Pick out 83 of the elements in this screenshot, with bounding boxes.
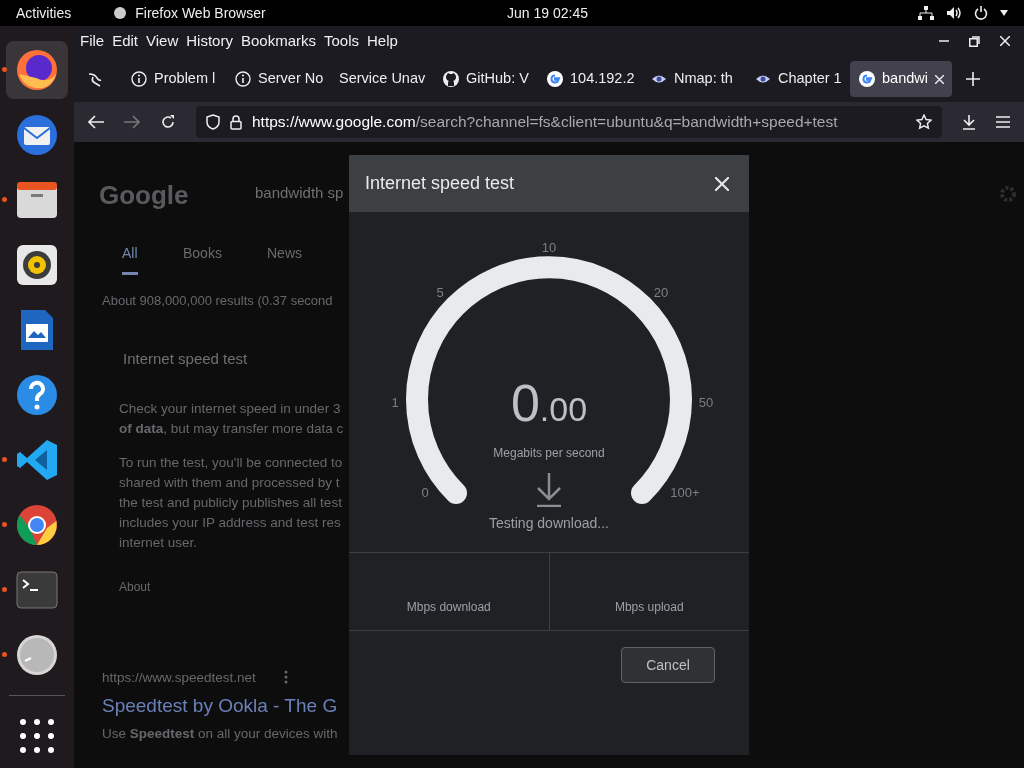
download-arrow-icon	[536, 473, 562, 507]
download-icon[interactable]	[962, 114, 976, 130]
lock-icon	[230, 114, 242, 130]
shield-icon	[206, 114, 220, 130]
browser-tab[interactable]: bandwi	[850, 61, 952, 97]
card-text: the test and publicly publishes all test	[119, 494, 342, 512]
download-label: Mbps download	[406, 599, 491, 616]
gauge-tick-label: 50	[698, 394, 714, 413]
about-link[interactable]: About	[119, 578, 151, 596]
power-icon[interactable]	[974, 6, 988, 20]
menu-item[interactable]: View	[146, 29, 179, 53]
tab-title: Chapter 1	[778, 69, 842, 89]
gauge-tick-label: 20	[653, 284, 669, 303]
gauge-tick-label: 100+	[670, 484, 700, 503]
activities-button[interactable]: Activities	[16, 2, 72, 24]
cancel-button[interactable]: Cancel	[621, 647, 715, 683]
url-text: https://www.google.com/search?channel=fs&client=ubuntu&q=bandwidth+speed+test	[252, 112, 838, 133]
tab-title: Server No	[258, 69, 324, 89]
tab-title: Nmap: th	[674, 69, 733, 89]
speed-reading: 0.00	[510, 373, 588, 434]
browser-tab[interactable]: Service Unav	[330, 61, 430, 97]
reload-icon[interactable]	[160, 114, 176, 130]
gauge-tick-label: 10	[541, 239, 557, 258]
result-snippet: Use Speedtest on all your devices with	[102, 725, 338, 743]
restore-icon[interactable]	[969, 35, 980, 47]
card-text: of data, but may transfer more data c	[119, 420, 344, 438]
card-text: To run the test, you'll be connected to	[119, 454, 343, 472]
menu-item[interactable]: Edit	[112, 29, 139, 53]
gauge-tick-label: 0	[421, 484, 429, 503]
network-icon[interactable]	[918, 6, 934, 20]
card-text: Check your internet speed in under 3	[119, 400, 341, 418]
card-text: internet user.	[119, 534, 198, 552]
result-stats: About 908,000,000 results (0.37 second	[102, 292, 333, 310]
info-icon	[131, 71, 147, 87]
browser-tab[interactable]: GitHub: V	[434, 61, 534, 97]
menu-item[interactable]: File	[80, 29, 105, 53]
tab-title: Service Unav	[339, 69, 426, 89]
github-icon	[443, 71, 459, 87]
card-title: Internet speed test	[123, 349, 248, 369]
unit-label: Megabits per second	[493, 445, 605, 462]
menu-item[interactable]: Help	[367, 29, 398, 53]
browser-tab[interactable]: 104.192.2	[538, 61, 638, 97]
browser-tab[interactable]: Nmap: th	[642, 61, 742, 97]
tab-title: GitHub: V	[466, 69, 529, 89]
search-tab[interactable]: News	[267, 243, 302, 272]
browser-tab[interactable]: Problem l	[122, 61, 222, 97]
tab-title: 104.192.2	[570, 69, 635, 89]
tab-title: Problem l	[154, 69, 216, 89]
status-text: Testing download...	[489, 513, 609, 533]
search-query: bandwidth sp	[255, 183, 344, 203]
more-icon[interactable]	[284, 670, 288, 684]
search-tab[interactable]: All	[122, 243, 138, 275]
menu-item[interactable]: Tools	[324, 29, 359, 53]
result-title[interactable]: Speedtest by Ookla - The G	[102, 692, 338, 721]
card-text: shared with them and processed by t	[119, 474, 340, 492]
forward-icon[interactable]	[124, 115, 140, 129]
volume-icon[interactable]	[946, 6, 962, 20]
new-tab-icon[interactable]	[966, 72, 980, 86]
app-name: Firefox Web Browser	[135, 3, 266, 23]
address-bar[interactable]: https://www.google.com/search?channel=fs&client=ubuntu&q=bandwidth+speed+test	[196, 106, 942, 138]
result-url[interactable]: https://www.speedtest.net	[102, 668, 256, 689]
dialog-title: Internet speed test	[365, 172, 515, 195]
browser-tab[interactable]: Server No	[226, 61, 326, 97]
search-tab[interactable]: Books	[183, 243, 222, 272]
card-text: includes your IP address and test res	[119, 514, 341, 532]
tab-title: bandwi	[882, 69, 928, 89]
menu-icon[interactable]	[996, 116, 1010, 128]
browser-tab[interactable]: Chapter 1	[746, 61, 846, 97]
back-icon[interactable]	[88, 115, 104, 129]
upload-label: Mbps upload	[614, 599, 684, 616]
clock[interactable]: Jun 19 02:45	[507, 2, 588, 24]
google-icon	[547, 71, 563, 87]
info-icon	[235, 71, 251, 87]
close-icon[interactable]	[715, 176, 729, 191]
star-icon[interactable]	[916, 114, 932, 130]
close-icon[interactable]	[934, 74, 944, 84]
gauge-tick-label: 5	[436, 284, 444, 303]
close-icon[interactable]	[1000, 36, 1010, 46]
google-icon	[859, 71, 875, 87]
menu-item[interactable]: Bookmarks	[240, 29, 316, 53]
menu-item[interactable]: History	[186, 29, 233, 53]
caret-icon[interactable]	[1000, 10, 1008, 16]
gauge-tick-label: 1	[391, 394, 399, 413]
